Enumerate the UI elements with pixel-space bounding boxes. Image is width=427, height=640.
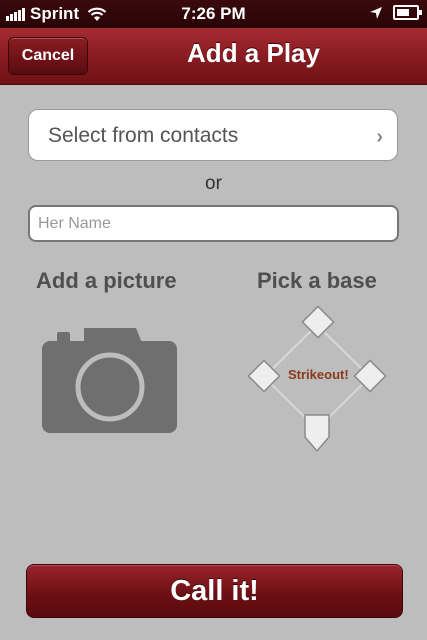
cancel-button[interactable]: Cancel (8, 37, 88, 75)
add-picture-heading: Add a picture (36, 268, 177, 293)
status-right (369, 5, 422, 20)
second-base[interactable] (301, 305, 335, 339)
chevron-right-icon: › (376, 126, 383, 148)
select-contacts-label: Select from contacts (48, 124, 239, 147)
or-separator: or (205, 173, 222, 194)
pick-base-heading: Pick a base (257, 268, 377, 293)
camera-icon[interactable] (42, 325, 177, 435)
select-contacts-row[interactable]: Select from contacts › (28, 109, 398, 161)
base-diamond (247, 305, 387, 453)
page-title: Add a Play (187, 38, 320, 68)
name-input[interactable] (28, 205, 399, 242)
home-plate[interactable] (304, 414, 330, 453)
status-bar: Sprint 7:26 PM (0, 0, 427, 28)
navigation-bar: Cancel Add a Play (0, 28, 427, 85)
call-it-button[interactable]: Call it! (26, 564, 403, 618)
status-time: 7:26 PM (181, 4, 246, 23)
strikeout-label: Strikeout! (288, 367, 349, 382)
location-arrow-icon (370, 6, 382, 19)
battery-charging-icon (393, 5, 422, 20)
